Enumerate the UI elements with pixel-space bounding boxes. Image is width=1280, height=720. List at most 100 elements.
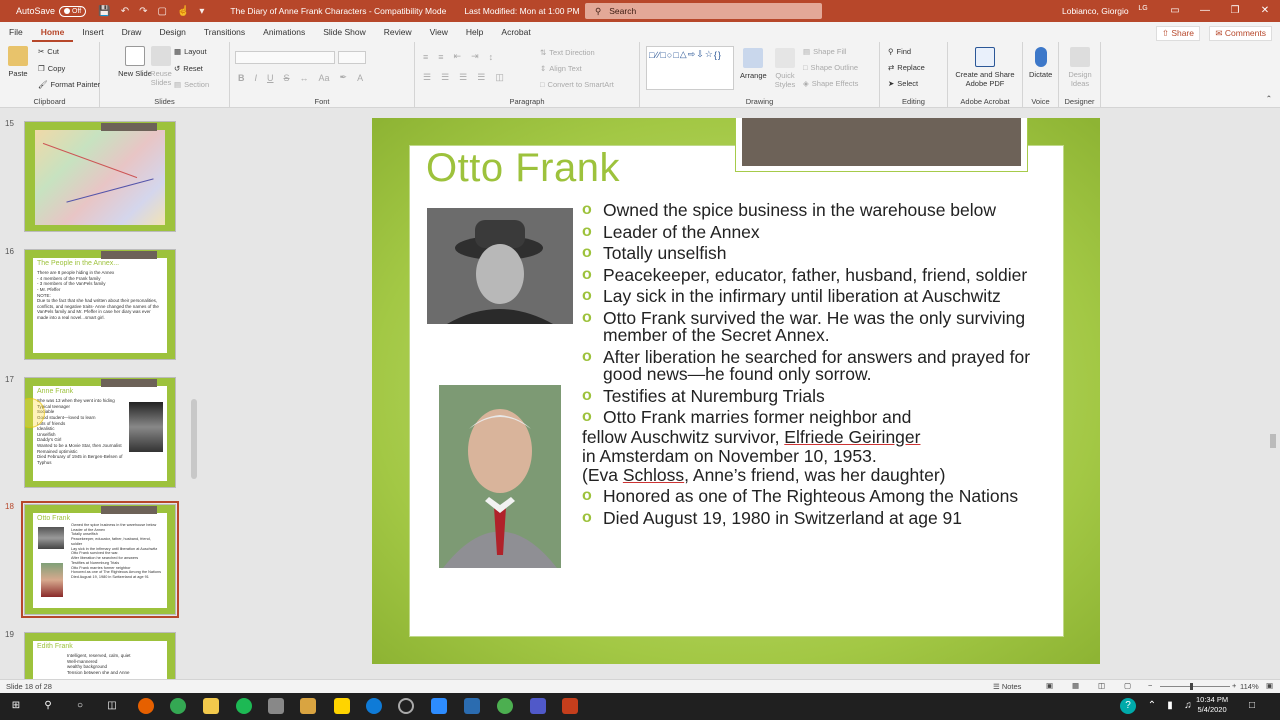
sticky-notes-icon[interactable]	[334, 698, 350, 714]
tray-chevron-icon[interactable]: ⌃	[1144, 698, 1160, 714]
present-icon[interactable]: ▢	[157, 6, 166, 17]
cortana-icon[interactable]: ○	[72, 698, 88, 714]
shape-brace-icon[interactable]: {	[714, 50, 717, 60]
shape-brace-icon[interactable]: }	[718, 50, 721, 60]
shape-fill-button[interactable]: ▤ Shape Fill	[803, 47, 846, 56]
font-family-select[interactable]	[235, 51, 335, 64]
normal-view-icon[interactable]: ▣	[1046, 681, 1053, 690]
paste-button[interactable]: Paste	[8, 46, 28, 78]
collapse-ribbon-icon[interactable]: ⌃	[1266, 94, 1272, 103]
scrollbar-thumb[interactable]	[1270, 434, 1276, 448]
editor-scrollbar[interactable]	[1268, 109, 1278, 679]
shape-rectangle-icon[interactable]: □	[673, 50, 678, 60]
tab-help[interactable]: Help	[457, 22, 492, 42]
shape-triangle-icon[interactable]: △	[680, 49, 687, 60]
tab-slide-show[interactable]: Slide Show	[314, 22, 375, 42]
scrollbar-thumb[interactable]	[191, 399, 197, 479]
tab-review[interactable]: Review	[375, 22, 421, 42]
convert-smartart-button[interactable]: □ Convert to SmartArt	[540, 80, 614, 89]
notes-button[interactable]: ☰ Notes	[993, 682, 1021, 691]
customize-qat-icon[interactable]: ▾	[199, 6, 204, 17]
volume-icon[interactable]: ♫	[1180, 698, 1196, 714]
highlight-icon[interactable]: ✒	[340, 72, 348, 83]
bullets-icon[interactable]: ≡	[423, 52, 428, 62]
otto-frank-photo-hat[interactable]	[427, 208, 573, 324]
slide-thumbnail-15[interactable]	[24, 121, 176, 232]
shape-star-icon[interactable]: ☆	[705, 49, 713, 60]
tab-acrobat[interactable]: Acrobat	[492, 22, 539, 42]
shape-rectangle-icon[interactable]: □	[649, 50, 654, 60]
app-circle-icon[interactable]	[398, 698, 414, 714]
task-view-icon[interactable]: ◫	[104, 698, 120, 714]
tab-file[interactable]: File	[0, 22, 32, 42]
spotify-icon[interactable]	[236, 698, 252, 714]
slide-thumbnail-19[interactable]: Edith Frank Intelligent, reserved, calm,…	[24, 632, 176, 679]
restore-icon[interactable]: ❐	[1220, 0, 1250, 22]
slideshow-icon[interactable]: ▢	[1124, 681, 1131, 690]
tab-insert[interactable]: Insert	[73, 22, 112, 42]
change-case-icon[interactable]: Aa	[319, 73, 330, 83]
zoom-in-icon[interactable]: +	[1232, 681, 1236, 690]
tab-home[interactable]: Home	[31, 22, 74, 42]
comments-button[interactable]: ✉ Comments	[1209, 26, 1272, 41]
last-modified[interactable]: Last Modified: Mon at 1:00 PM	[464, 6, 579, 16]
layout-button[interactable]: ▦ Layout	[174, 47, 207, 56]
slide-canvas[interactable]: Otto Frank o Owned the spice business in …	[372, 118, 1100, 664]
shape-oval-icon[interactable]: ○	[667, 50, 672, 60]
windows-start-icon[interactable]: ⊞	[8, 698, 24, 714]
redo-icon[interactable]: ↷	[139, 6, 147, 17]
arrange-button[interactable]: Arrange	[740, 48, 767, 80]
copy-button[interactable]: ❐ Copy	[38, 64, 65, 73]
replace-button[interactable]: ⇄ Replace	[888, 63, 925, 72]
align-left-icon[interactable]: ☰	[423, 72, 431, 83]
touch-mode-icon[interactable]: ☝	[177, 6, 189, 17]
powerpoint-icon[interactable]	[562, 698, 578, 714]
slide-thumbnail-18[interactable]: Otto Frank Owned the spice business in t…	[21, 501, 179, 618]
autosave-switch[interactable]: Off	[59, 5, 87, 17]
tab-design[interactable]: Design	[150, 22, 194, 42]
zoom-slider-thumb[interactable]	[1190, 683, 1193, 690]
autosave-toggle[interactable]: AutoSave Off	[16, 5, 87, 17]
notifications-icon[interactable]: □	[1244, 698, 1260, 714]
numbering-icon[interactable]: ≡	[438, 52, 443, 62]
fit-slide-icon[interactable]: ▣	[1266, 681, 1273, 690]
create-share-pdf-button[interactable]: Create and Share Adobe PDF	[953, 47, 1017, 88]
font-size-select[interactable]	[338, 51, 366, 64]
reuse-slides-button[interactable]: Reuse Slides	[144, 46, 178, 87]
char-spacing-icon[interactable]: ↔	[300, 73, 309, 83]
zoom-out-icon[interactable]: −	[1148, 681, 1152, 690]
text-direction-button[interactable]: ⇅ Text Direction	[540, 48, 595, 57]
share-button[interactable]: ⇧ Share	[1155, 26, 1200, 41]
battery-icon[interactable]: ▮	[1162, 698, 1178, 714]
chrome-profile-icon[interactable]	[497, 698, 513, 714]
bold-icon[interactable]: B	[238, 73, 245, 83]
tab-transitions[interactable]: Transitions	[195, 22, 254, 42]
shape-outline-button[interactable]: □ Shape Outline	[803, 63, 858, 72]
avatar[interactable]: LG	[1136, 5, 1150, 17]
save-icon[interactable]: 💾	[98, 6, 110, 17]
minimize-icon[interactable]: —	[1190, 0, 1220, 22]
find-button[interactable]: ⚲ Find	[888, 47, 911, 56]
teams-icon[interactable]	[530, 698, 546, 714]
firefox-icon[interactable]	[138, 698, 154, 714]
ribbon-display-icon[interactable]: ▭	[1160, 0, 1190, 22]
cut-button[interactable]: ✂ Cut	[38, 47, 59, 56]
app-icon[interactable]	[268, 698, 284, 714]
dictate-button[interactable]: Dictate	[1029, 47, 1052, 79]
justify-icon[interactable]: ☰	[477, 72, 485, 83]
clock[interactable]: 10:34 PM 5/4/2020	[1196, 695, 1228, 715]
line-spacing-icon[interactable]: ↕	[489, 52, 494, 62]
undo-icon[interactable]: ↶	[121, 6, 129, 17]
shape-line-icon[interactable]: ∕	[658, 50, 660, 60]
underline-icon[interactable]: U	[267, 73, 274, 83]
decrease-indent-icon[interactable]: ⇤	[454, 51, 462, 62]
align-center-icon[interactable]: ☰	[441, 72, 449, 83]
shapes-gallery[interactable]: □ ∕ ∕ □ ○ □ △ ⇨ ⇩ ☆{}	[646, 46, 734, 90]
zoom-slider[interactable]	[1160, 683, 1230, 690]
italic-icon[interactable]: I	[255, 73, 258, 83]
strikethrough-icon[interactable]: S	[284, 73, 290, 83]
shape-arrow-icon[interactable]: ⇨	[688, 49, 696, 60]
folder-icon[interactable]	[300, 698, 316, 714]
slide-sorter-icon[interactable]: ▦	[1072, 681, 1079, 690]
user-name[interactable]: Lobianco, Giorgio	[1062, 6, 1129, 16]
